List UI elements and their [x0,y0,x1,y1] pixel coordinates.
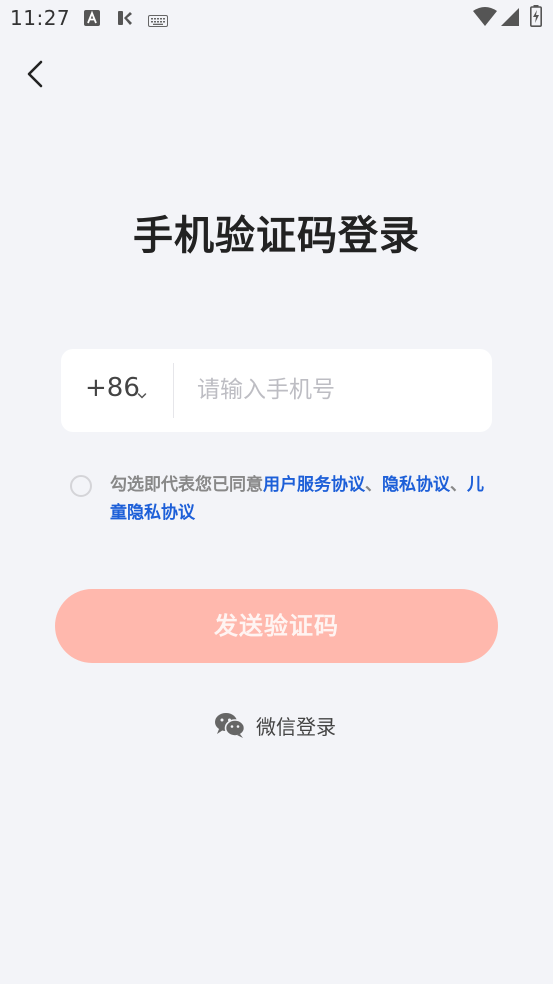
a-badge-icon [84,10,100,30]
back-button[interactable] [18,54,54,94]
user-service-agreement-link[interactable]: 用户服务协议 [263,475,365,495]
divider [173,363,174,418]
country-code-selector[interactable]: +86 [85,373,140,403]
page-title: 手机验证码登录 [133,213,420,259]
send-code-button[interactable]: 发送验证码 [55,589,498,663]
agreement-separator: 、 [365,475,382,495]
signal-icon [500,7,520,31]
phone-input-card: +86 [61,349,492,432]
wechat-icon [214,711,246,743]
k-badge-icon [117,10,133,30]
privacy-agreement-link[interactable]: 隐私协议 [382,475,450,495]
phone-number-input[interactable] [197,369,467,411]
wechat-login-label: 微信登录 [256,715,336,739]
status-time: 11:27 [10,6,71,30]
chevron-left-icon [24,58,46,94]
agreement-checkbox[interactable] [70,475,92,497]
wifi-icon [473,7,497,31]
status-bar: 11:27 [0,0,553,36]
battery-charging-icon [530,5,542,31]
agreement-text: 勾选即代表您已同意用户服务协议、隐私协议、儿童隐私协议 [110,471,500,527]
keyboard-icon [148,12,168,31]
agreement-separator: 、 [450,475,467,495]
agreement-prefix: 勾选即代表您已同意 [110,475,263,495]
chevron-down-icon[interactable] [137,385,147,404]
